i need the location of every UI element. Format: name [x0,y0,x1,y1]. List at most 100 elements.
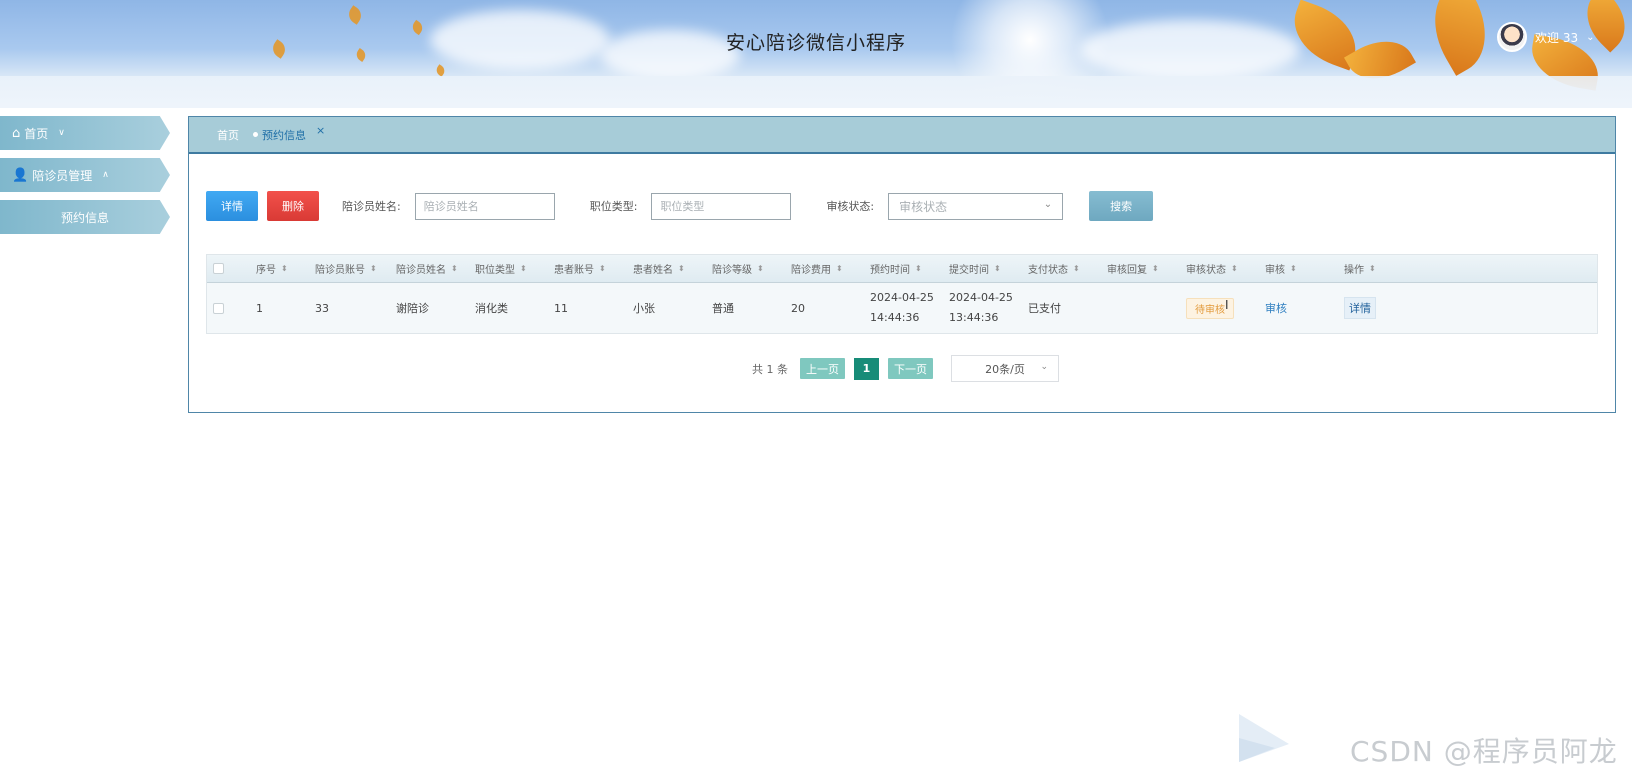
cell-payment-status: 已支付 [1028,302,1061,315]
sort-icon: ⬍ [757,264,764,273]
header-position[interactable]: 职位类型 ⬍ [475,261,554,276]
user-menu[interactable]: 欢迎 33 ⌄ [1497,22,1594,52]
sort-icon: ⬍ [994,264,1001,273]
header-review[interactable]: 审核 ⬍ [1265,261,1344,276]
header-appointment-time[interactable]: 预约时间 ⬍ [870,261,949,276]
chevron-down-icon: ⌄ [1586,31,1595,43]
appointments-table: 序号 ⬍ 陪诊员账号 ⬍ 陪诊员姓名 ⬍ 职位类型 ⬍ 患者账号 ⬍ 患者姓名 ⬍ 陪诊等级… [206,254,1598,334]
delete-button[interactable]: 删除 [267,191,319,221]
sort-icon: ⬍ [520,264,527,273]
sort-icon: ⬍ [451,264,458,273]
sort-icon: ⬍ [836,264,843,273]
sort-icon: ⬍ [370,264,377,273]
row-checkbox[interactable] [213,302,224,314]
sort-icon: ⬍ [915,264,922,273]
sort-icon: ⬍ [678,264,685,273]
cell-patient-account: 11 [554,301,568,315]
leaf-decoration [434,64,447,77]
cell-submit-time: 2024-04-25 13:44:36 [949,288,1028,328]
sort-icon: ⬍ [1290,264,1297,273]
sort-icon: ⬍ [1369,264,1376,273]
submit-date: 2024-04-25 [949,291,1013,304]
sort-icon: ⬍ [1152,264,1159,273]
select-all-checkbox[interactable] [213,263,224,274]
header-index[interactable]: 序号 ⬍ [256,261,315,276]
search-button[interactable]: 搜索 [1089,191,1154,221]
avatar[interactable] [1497,22,1527,52]
sidebar-item-label: 预约信息 [60,210,109,225]
header-payment-status[interactable]: 支付状态 ⬍ [1028,261,1107,276]
header-haze [0,76,1632,108]
chevron-down-icon: ⌄ [1040,362,1048,372]
header-patient-account[interactable]: 患者账号 ⬍ [554,261,633,276]
position-input[interactable] [651,192,792,220]
header-patient-name[interactable]: 患者姓名 ⬍ [633,261,712,276]
text-cursor-icon: I [1225,298,1229,312]
chevron-up-icon: ∧ [102,170,109,180]
cell-companion-account: 33 [315,301,329,315]
pagination-total: 共 1 条 [752,362,788,376]
sidebar-item-appointments[interactable]: 预约信息 [0,200,170,234]
dot-icon [253,132,258,137]
appointment-clock: 14:44:36 [870,311,920,324]
page-size-select[interactable]: 20条/页 ⌄ [951,355,1059,382]
prev-page-button[interactable]: 上一页 [800,358,845,379]
leaf-decoration [345,5,365,25]
sidebar: ⌂ 首页 ∨ 👤 陪诊员管理 ∧ 预约信息 [0,116,172,242]
header-operation[interactable]: 操作 ⬍ [1344,261,1423,276]
cell-appointment-time: 2024-04-25 14:44:36 [870,288,949,328]
header-companion-account[interactable]: 陪诊员账号 ⬍ [315,261,396,276]
table-row[interactable]: 1 33 谢陪诊 消化类 11 小张 普通 20 2024-04-25 14:4… [207,283,1597,333]
review-link[interactable]: 审核 [1265,300,1287,316]
header-level[interactable]: 陪诊等级 ⬍ [712,261,791,276]
header-submit-time[interactable]: 提交时间 ⬍ [949,261,1028,276]
header-banner: 安心陪诊微信小程序 欢迎 33 ⌄ [0,0,1632,108]
review-status-label: 审核状态: [826,200,875,213]
sort-icon: ⬍ [599,264,606,273]
main-panel: 首页 预约信息 × 详情 删除 陪诊员姓名: 职位类型: 审核状态: 审核状态 … [188,116,1616,413]
header-fee[interactable]: 陪诊费用 ⬍ [791,261,870,276]
cell-operation: 详情 [1344,297,1423,319]
header-companion-name[interactable]: 陪诊员姓名 ⬍ [396,261,475,276]
cell-fee: 20 [791,301,805,315]
search-toolbar: 详情 删除 陪诊员姓名: 职位类型: 审核状态: 审核状态 ⌄ 搜索 [206,191,1154,221]
sort-icon: ⬍ [1231,264,1238,273]
tab-appointments[interactable]: 预约信息 [253,127,306,143]
cell-index: 1 [256,301,263,315]
watermark-logo-icon [1239,714,1289,762]
cell-review: 审核 [1265,300,1344,316]
sidebar-item-label: 陪诊员管理 [32,168,93,183]
sidebar-item-home[interactable]: ⌂ 首页 ∨ [0,116,170,150]
user-name: 欢迎 33 [1535,30,1579,45]
next-page-button[interactable]: 下一页 [888,358,933,379]
cell-position: 消化类 [475,302,508,315]
cell-level: 普通 [712,302,734,315]
watermark-text: CSDN @程序员阿龙 [1350,735,1618,768]
sidebar-item-companion-management[interactable]: 👤 陪诊员管理 ∧ [0,158,170,192]
chevron-down-icon: ⌄ [1043,198,1053,210]
page-number-current[interactable]: 1 [854,357,879,380]
close-icon[interactable]: × [316,124,325,137]
appointment-date: 2024-04-25 [870,291,934,304]
cell-companion-name: 谢陪诊 [396,302,429,315]
row-detail-button[interactable]: 详情 [1344,297,1376,319]
select-all-cell [207,263,256,274]
pagination: 共 1 条 上一页 1 下一页 20条/页 ⌄ [752,355,1059,382]
page-title: 安心陪诊微信小程序 [725,32,906,54]
tab-bar: 首页 预约信息 × [189,117,1615,154]
position-label: 职位类型: [589,200,638,213]
review-status-select[interactable]: 审核状态 ⌄ [888,192,1064,220]
table-header: 序号 ⬍ 陪诊员账号 ⬍ 陪诊员姓名 ⬍ 职位类型 ⬍ 患者账号 ⬍ 患者姓名 ⬍ 陪诊等级… [207,255,1597,283]
sort-icon: ⬍ [281,264,288,273]
cell-patient-name: 小张 [633,302,655,315]
companion-name-input[interactable] [414,192,555,220]
header-review-reply[interactable]: 审核回复 ⬍ [1107,261,1186,276]
tab-label: 预约信息 [262,128,306,142]
detail-button[interactable]: 详情 [206,191,258,221]
companion-name-label: 陪诊员姓名: [342,200,401,213]
review-status-placeholder: 审核状态 [899,199,948,214]
sidebar-item-label: 首页 [24,126,49,141]
header-review-status[interactable]: 审核状态 ⬍ [1186,261,1265,276]
user-icon: 👤 [12,167,29,183]
tab-home[interactable]: 首页 [217,127,239,143]
